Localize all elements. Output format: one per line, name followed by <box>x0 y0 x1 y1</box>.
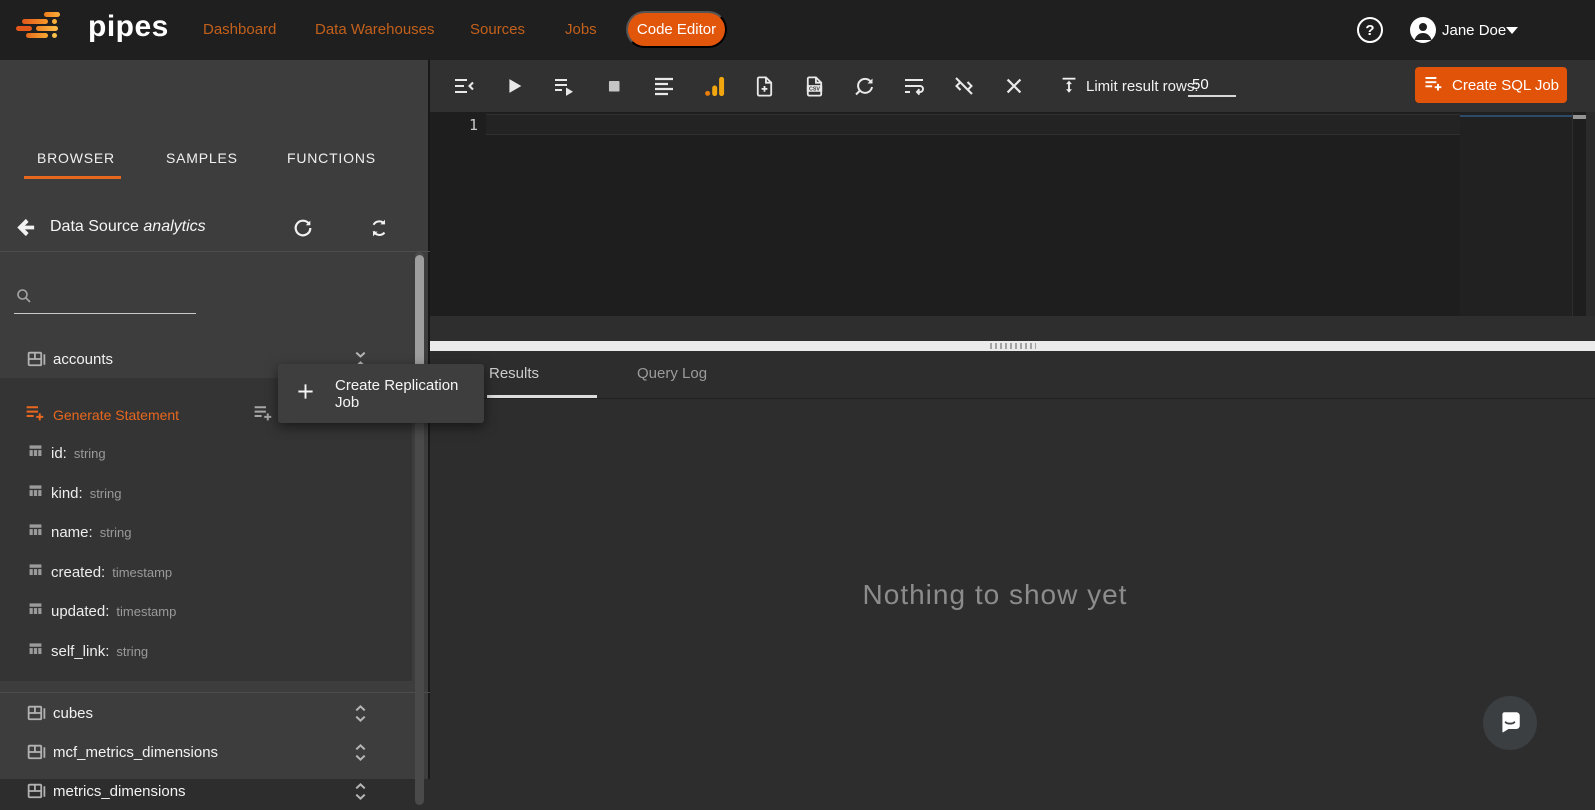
column-icon <box>27 442 44 464</box>
nav-sources[interactable]: Sources <box>470 21 525 38</box>
export-csv-icon[interactable]: CSV <box>797 69 831 103</box>
limit-rows-label: Limit result rows: <box>1086 78 1199 95</box>
active-tab-indicator <box>24 176 121 179</box>
code-off-icon[interactable] <box>947 69 981 103</box>
tab-samples[interactable]: SAMPLES <box>166 150 238 166</box>
tab-functions[interactable]: FUNCTIONS <box>287 150 376 166</box>
top-navbar: pipes Dashboard Data Warehouses Sources … <box>0 0 1595 60</box>
sync-icon[interactable] <box>368 217 390 242</box>
expand-icon[interactable] <box>352 704 369 728</box>
tab-results[interactable]: Results <box>489 365 539 382</box>
editor-right-margin <box>1586 112 1595 316</box>
line-number: 1 <box>462 116 478 134</box>
editor-bottom-strip <box>430 316 1595 341</box>
playlist-add-icon <box>252 402 273 428</box>
user-avatar-icon[interactable] <box>1410 17 1436 43</box>
table-icon <box>26 349 47 375</box>
tab-query-log[interactable]: Query Log <box>637 365 707 382</box>
column-row-self-link[interactable]: self_link: string <box>27 642 148 660</box>
tree-search-input[interactable] <box>14 284 196 314</box>
column-row-id[interactable]: id: string <box>27 444 106 462</box>
generate-statement-button[interactable]: Generate Statement <box>24 402 179 428</box>
column-icon <box>27 482 44 504</box>
nav-data-warehouses[interactable]: Data Warehouses <box>315 21 435 38</box>
divider <box>0 251 430 252</box>
code-editor-panel: CSV Limit result rows: Create SQL Job 1 <box>430 60 1595 779</box>
divider <box>430 398 1595 399</box>
panel-resize-handle[interactable] <box>430 341 1595 351</box>
tab-browser[interactable]: BROWSER <box>37 150 115 166</box>
table-icon <box>26 742 47 768</box>
create-replication-job-menu-item[interactable]: Create Replication Job <box>278 364 484 423</box>
divider <box>1572 112 1573 316</box>
expand-icon[interactable] <box>352 782 369 806</box>
svg-text:CSV: CSV <box>808 86 819 92</box>
minimap-slider[interactable] <box>1460 115 1572 117</box>
table-row-mcf-metrics-dimensions[interactable]: mcf_metrics_dimensions <box>0 735 410 771</box>
format-icon[interactable] <box>647 69 681 103</box>
nav-jobs[interactable]: Jobs <box>565 21 597 38</box>
editor-toolbar: CSV Limit result rows: Create SQL Job <box>430 60 1595 112</box>
plus-icon <box>296 382 315 406</box>
refresh-icon[interactable] <box>292 217 314 242</box>
close-icon[interactable] <box>997 69 1031 103</box>
word-wrap-icon[interactable] <box>897 69 931 103</box>
analytics-chart-icon[interactable] <box>697 69 731 103</box>
refresh-search-icon[interactable] <box>847 69 881 103</box>
column-row-updated[interactable]: updated: timestamp <box>27 602 176 620</box>
column-row-name[interactable]: name: string <box>27 523 132 541</box>
help-icon[interactable]: ? <box>1357 17 1383 43</box>
playlist-add-icon <box>1423 73 1443 97</box>
pipes-logo-icon[interactable] <box>16 12 64 46</box>
limit-rows-input[interactable] <box>1188 74 1236 97</box>
run-icon[interactable] <box>497 69 531 103</box>
stop-icon[interactable] <box>597 69 631 103</box>
editor-scrollbar-thumb[interactable] <box>1573 115 1586 119</box>
column-icon <box>27 640 44 662</box>
table-row-cubes[interactable]: cubes <box>0 696 410 732</box>
column-row-kind[interactable]: kind: string <box>27 484 121 502</box>
chat-support-button[interactable] <box>1483 696 1537 750</box>
run-selection-icon[interactable] <box>547 69 581 103</box>
person-icon <box>1410 17 1436 43</box>
menu-open-icon[interactable] <box>447 69 481 103</box>
expand-icon[interactable] <box>352 743 369 767</box>
table-row-metrics-dimensions[interactable]: metrics_dimensions <box>0 774 410 810</box>
user-menu-caret-icon[interactable] <box>1506 27 1518 34</box>
nav-dashboard[interactable]: Dashboard <box>203 21 276 38</box>
editor-minimap[interactable] <box>1460 112 1572 316</box>
drag-grip-icon <box>990 343 1036 349</box>
column-icon <box>27 521 44 543</box>
chat-bubble-icon <box>1497 709 1523 738</box>
back-arrow-icon[interactable] <box>14 216 37 242</box>
datasource-name: analytics <box>143 218 205 235</box>
column-row-created[interactable]: created: timestamp <box>27 563 172 581</box>
new-file-icon[interactable] <box>747 69 781 103</box>
create-sql-job-button[interactable]: Create SQL Job <box>1415 67 1567 103</box>
results-panel: Results Query Log Nothing to show yet <box>430 351 1595 779</box>
row-height-icon <box>1058 75 1080 102</box>
editor-current-line[interactable] <box>486 114 1460 135</box>
datasource-title: Data Source analytics <box>50 218 206 236</box>
playlist-add-icon <box>24 402 45 428</box>
accounts-expanded-panel: Generate Statement Create New Job id: st… <box>0 378 412 681</box>
table-icon <box>26 703 47 729</box>
table-name: accounts <box>53 351 113 368</box>
column-icon <box>27 600 44 622</box>
user-name[interactable]: Jane Doe <box>1442 22 1506 39</box>
divider <box>0 692 430 693</box>
empty-results-message: Nothing to show yet <box>430 579 1560 611</box>
table-icon <box>26 781 47 807</box>
sql-code-editor[interactable]: 1 <box>430 112 1595 316</box>
nav-code-editor-button[interactable]: Code Editor <box>626 11 727 48</box>
column-icon <box>27 561 44 583</box>
brand-name[interactable]: pipes <box>88 10 169 44</box>
